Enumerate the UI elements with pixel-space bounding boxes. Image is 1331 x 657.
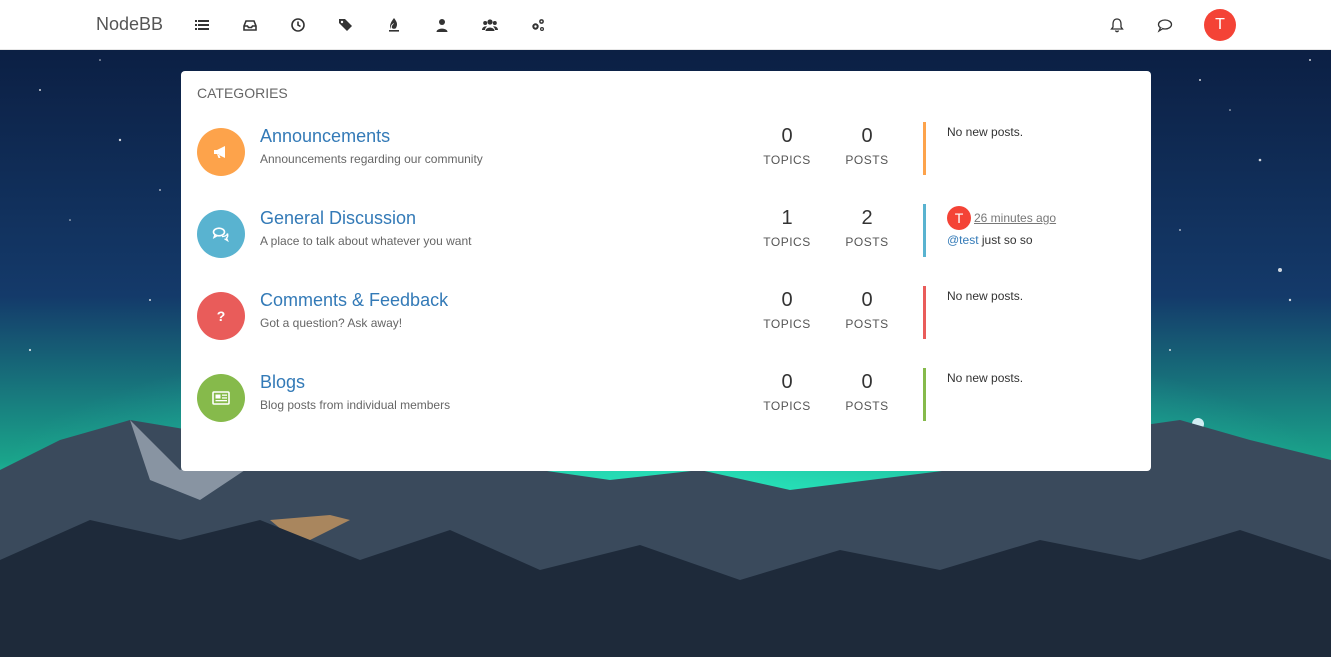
category-row: ? Comments & Feedback Got a question? As…: [181, 286, 1151, 356]
teaser-snippet: just so so: [978, 233, 1033, 247]
user-avatar[interactable]: T: [1204, 9, 1236, 41]
category-description: Blog posts from individual members: [260, 398, 451, 412]
category-row: General Discussion A place to talk about…: [181, 204, 1151, 274]
posts-label: POSTS: [845, 153, 889, 167]
brand-logo[interactable]: NodeBB: [96, 14, 163, 35]
teaser-empty: No new posts.: [947, 289, 1024, 303]
category-description: Got a question? Ask away!: [260, 316, 403, 330]
teaser-username[interactable]: @test: [947, 233, 979, 247]
topics-label: TOPICS: [763, 153, 811, 167]
category-color-bar: [923, 204, 926, 257]
categories-icon[interactable]: [193, 16, 211, 34]
category-description: Announcements regarding our community: [260, 152, 483, 166]
posts-label: POSTS: [845, 317, 889, 331]
posts-count: 0: [861, 289, 873, 311]
categories-panel: CATEGORIES Announcements Announcements r…: [181, 71, 1151, 471]
inbox-icon[interactable]: [241, 16, 259, 34]
category-name[interactable]: Blogs: [260, 372, 305, 393]
top-navbar: NodeBB T: [0, 0, 1331, 50]
topics-count: 1: [781, 207, 793, 229]
svg-text:?: ?: [217, 308, 226, 324]
category-row: Announcements Announcements regarding ou…: [181, 122, 1151, 192]
newspaper-icon[interactable]: [197, 374, 245, 422]
comments-icon[interactable]: [197, 210, 245, 258]
posts-stat: 0 POSTS: [832, 289, 902, 331]
posts-count: 0: [861, 371, 873, 393]
teaser-empty: No new posts.: [947, 125, 1024, 139]
topics-stat: 1 TOPICS: [752, 207, 822, 249]
posts-stat: 0 POSTS: [832, 371, 902, 413]
topics-label: TOPICS: [763, 317, 811, 331]
topics-stat: 0 TOPICS: [752, 125, 822, 167]
topics-label: TOPICS: [763, 399, 811, 413]
category-color-bar: [923, 368, 926, 421]
category-color-bar: [923, 286, 926, 339]
topics-stat: 0 TOPICS: [752, 371, 822, 413]
tags-icon[interactable]: [337, 16, 355, 34]
question-icon[interactable]: ?: [197, 292, 245, 340]
topics-stat: 0 TOPICS: [752, 289, 822, 331]
topics-count: 0: [781, 125, 793, 147]
users-icon[interactable]: [433, 16, 451, 34]
teaser-avatar[interactable]: T: [947, 206, 971, 230]
posts-label: POSTS: [845, 399, 889, 413]
panel-title: CATEGORIES: [197, 85, 288, 101]
posts-count: 2: [861, 207, 873, 229]
bullhorn-icon[interactable]: [197, 128, 245, 176]
topics-count: 0: [781, 289, 793, 311]
category-color-bar: [923, 122, 926, 175]
teaser-empty: No new posts.: [947, 371, 1024, 385]
notifications-icon[interactable]: [1108, 16, 1126, 34]
posts-stat: 2 POSTS: [832, 207, 902, 249]
groups-icon[interactable]: [481, 16, 499, 34]
teaser-content: @test just so so: [947, 233, 1033, 247]
admin-icon[interactable]: [529, 16, 547, 34]
topics-label: TOPICS: [763, 235, 811, 249]
teaser-timestamp[interactable]: 26 minutes ago: [974, 211, 1056, 225]
popular-icon[interactable]: [385, 16, 403, 34]
posts-label: POSTS: [845, 235, 889, 249]
recent-icon[interactable]: [289, 16, 307, 34]
chat-icon[interactable]: [1156, 16, 1174, 34]
category-name[interactable]: Comments & Feedback: [260, 290, 448, 311]
category-description: A place to talk about whatever you want: [260, 234, 472, 248]
posts-count: 0: [861, 125, 873, 147]
posts-stat: 0 POSTS: [832, 125, 902, 167]
category-name[interactable]: General Discussion: [260, 208, 416, 229]
category-name[interactable]: Announcements: [260, 126, 390, 147]
category-row: Blogs Blog posts from individual members…: [181, 368, 1151, 438]
topics-count: 0: [781, 371, 793, 393]
